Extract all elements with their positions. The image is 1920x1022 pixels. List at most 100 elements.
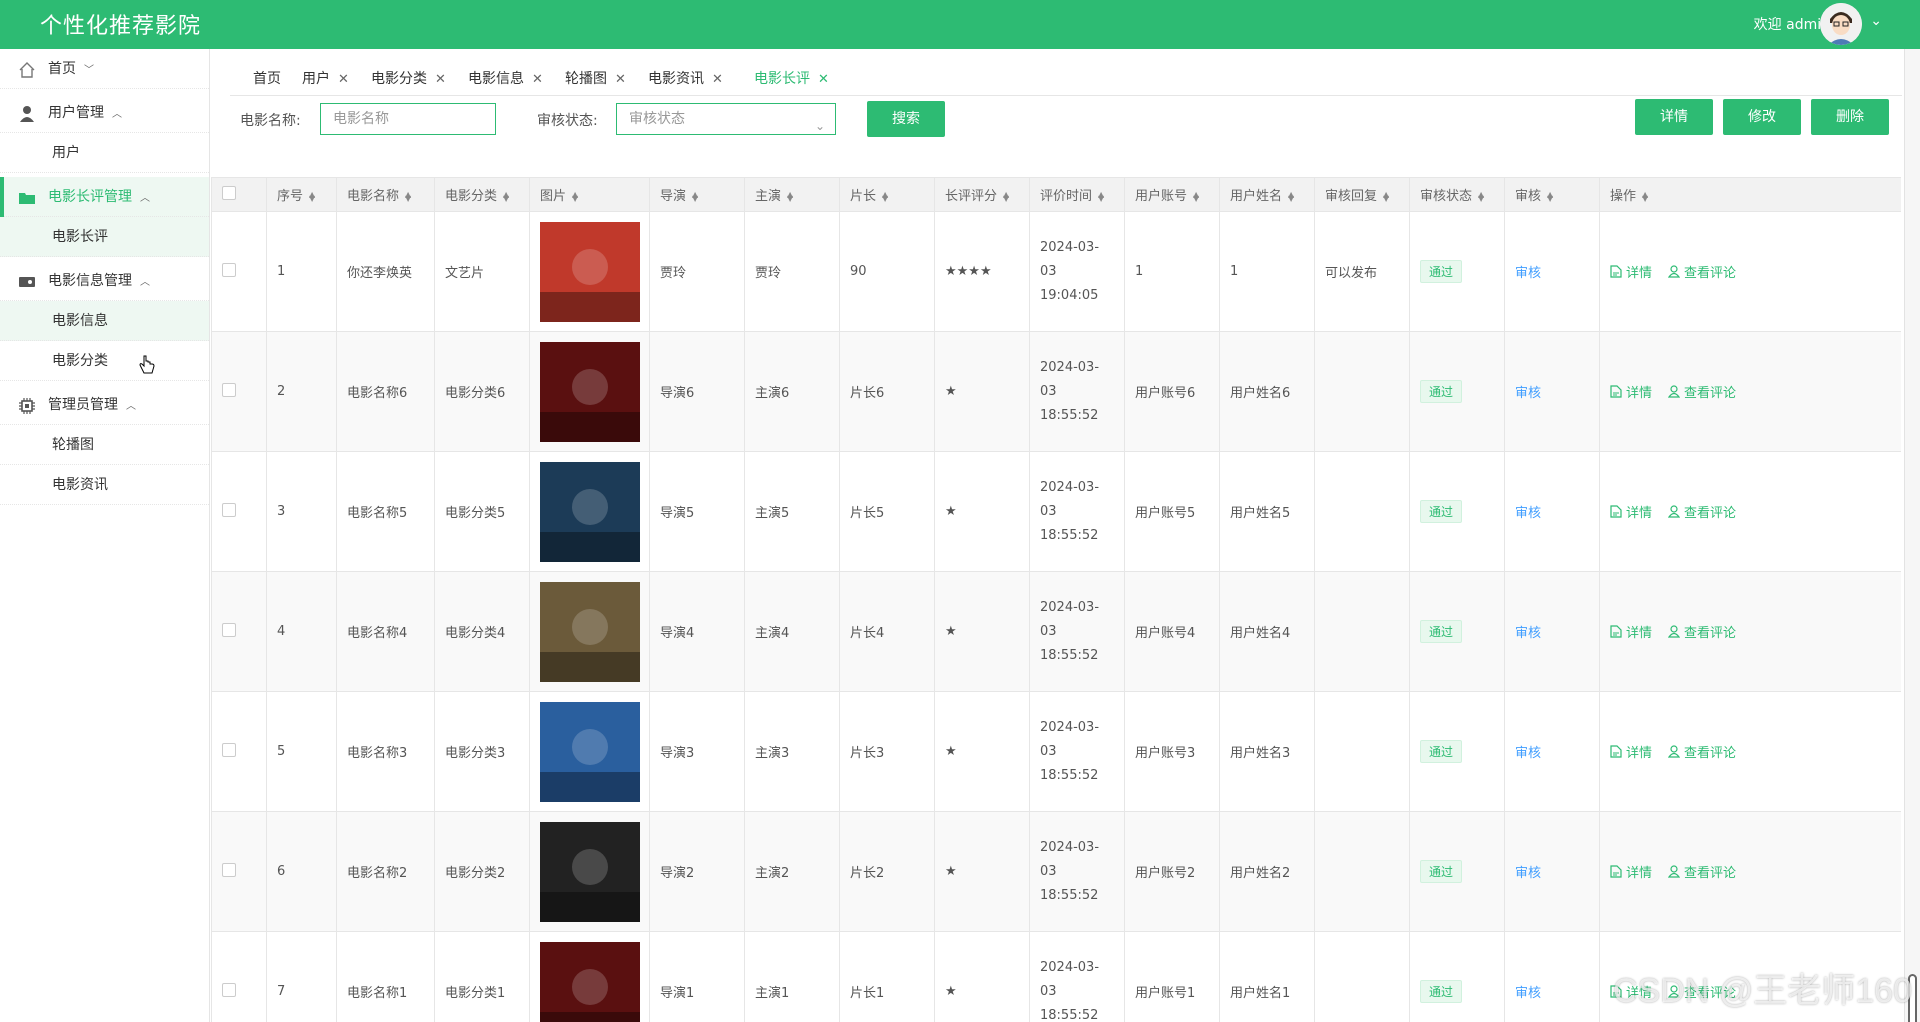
sort-icon[interactable]: ▲ ▼ xyxy=(1383,190,1389,202)
column-header[interactable]: 导演 ▲ ▼ xyxy=(649,177,745,212)
row-detail-button[interactable]: 详情 xyxy=(1610,382,1652,401)
view-comments-button[interactable]: 查看评论 xyxy=(1668,502,1736,521)
tab-carousel[interactable]: 轮播图 ✕ xyxy=(565,68,626,88)
sidebar-item-movie-info[interactable]: 电影信息 xyxy=(0,301,209,341)
column-header[interactable]: 图片 ▲ ▼ xyxy=(529,177,650,212)
sidebar-item-review[interactable]: 电影长评 xyxy=(0,217,209,257)
detail-button[interactable]: 详情 xyxy=(1635,99,1713,135)
row-detail-button[interactable]: 详情 xyxy=(1610,502,1652,521)
row-detail-button[interactable]: 详情 xyxy=(1610,622,1652,641)
column-header[interactable]: 电影名称 ▲ ▼ xyxy=(336,177,435,212)
cell-audit[interactable]: 审核 xyxy=(1504,811,1600,932)
sort-icon[interactable]: ▲ ▼ xyxy=(1003,190,1009,202)
checkbox-cell[interactable] xyxy=(211,571,267,692)
audit-status-select[interactable]: 审核状态 ⌄ xyxy=(616,103,836,135)
cell-audit[interactable]: 审核 xyxy=(1504,931,1600,1022)
tab-movie-review[interactable]: 电影长评 ✕ xyxy=(754,68,829,88)
row-checkbox[interactable] xyxy=(222,622,236,637)
chevron-down-icon[interactable]: ⌄ xyxy=(1870,13,1882,29)
row-detail-button[interactable]: 详情 xyxy=(1610,862,1652,881)
movie-name-input[interactable]: 电影名称 xyxy=(320,103,496,135)
sort-icon[interactable]: ▲ ▼ xyxy=(309,190,315,202)
cell-operations[interactable]: 详情 查看评论 xyxy=(1599,211,1901,332)
column-header[interactable]: 审核回复 ▲ ▼ xyxy=(1314,177,1410,212)
checkbox-cell[interactable] xyxy=(211,691,267,812)
table-row[interactable]: 5 电影名称3 电影分类3 导演3 主演3 片长3 ★ 2024-03-03 18:55:52 用… xyxy=(211,691,1901,812)
sidebar-item-user[interactable]: 用户 xyxy=(0,133,209,173)
close-icon[interactable]: ✕ xyxy=(615,72,626,87)
column-header[interactable]: 主演 ▲ ▼ xyxy=(744,177,840,212)
column-header[interactable]: 用户姓名 ▲ ▼ xyxy=(1219,177,1315,212)
tab-movie-info[interactable]: 电影信息 ✕ xyxy=(468,68,543,88)
column-header[interactable]: 电影分类 ▲ ▼ xyxy=(434,177,530,212)
checkbox-cell[interactable] xyxy=(211,451,267,572)
avatar[interactable] xyxy=(1820,3,1862,45)
row-checkbox[interactable] xyxy=(222,502,236,517)
table-row[interactable]: 6 电影名称2 电影分类2 导演2 主演2 片长2 ★ 2024-03-03 18:55:52 用… xyxy=(211,811,1901,932)
sidebar-item-carousel[interactable]: 轮播图 xyxy=(0,425,209,465)
audit-link[interactable]: 审核 xyxy=(1515,746,1541,761)
cell-audit[interactable]: 审核 xyxy=(1504,691,1600,812)
row-checkbox[interactable] xyxy=(222,382,236,397)
column-header[interactable]: 审核 ▲ ▼ xyxy=(1504,177,1600,212)
sidebar-group-review-mgmt[interactable]: 电影长评管理 ︿ xyxy=(0,177,209,217)
sort-icon[interactable]: ▲ ▼ xyxy=(882,190,888,202)
column-header[interactable]: 审核状态 ▲ ▼ xyxy=(1409,177,1505,212)
sidebar-group-admin-mgmt[interactable]: 管理员管理 ︿ xyxy=(0,385,209,425)
row-checkbox[interactable] xyxy=(222,742,236,757)
cell-audit[interactable]: 审核 xyxy=(1504,451,1600,572)
sort-icon[interactable]: ▲ ▼ xyxy=(405,190,411,202)
view-comments-button[interactable]: 查看评论 xyxy=(1668,742,1736,761)
sidebar-item-news[interactable]: 电影资讯 xyxy=(0,465,209,505)
view-comments-button[interactable]: 查看评论 xyxy=(1668,862,1736,881)
sidebar-group-movie-mgmt[interactable]: 电影信息管理 ︿ xyxy=(0,261,209,301)
audit-link[interactable]: 审核 xyxy=(1515,386,1541,401)
cell-operations[interactable]: 详情 查看评论 xyxy=(1599,691,1901,812)
cell-audit[interactable]: 审核 xyxy=(1504,211,1600,332)
column-header[interactable]: 长评评分 ▲ ▼ xyxy=(934,177,1030,212)
edit-button[interactable]: 修改 xyxy=(1723,99,1801,135)
column-header[interactable]: 用户账号 ▲ ▼ xyxy=(1124,177,1220,212)
audit-link[interactable]: 审核 xyxy=(1515,266,1541,281)
checkbox-cell[interactable] xyxy=(211,811,267,932)
close-icon[interactable]: ✕ xyxy=(712,72,723,87)
sort-icon[interactable]: ▲ ▼ xyxy=(787,190,793,202)
sidebar-item-home[interactable]: 首页 ﹀ xyxy=(0,49,209,89)
table-row[interactable]: 4 电影名称4 电影分类4 导演4 主演4 片长4 ★ 2024-03-03 18:55:52 用… xyxy=(211,571,1901,692)
sort-icon[interactable]: ▲ ▼ xyxy=(1288,190,1294,202)
cell-operations[interactable]: 详情 查看评论 xyxy=(1599,811,1901,932)
column-header[interactable]: 片长 ▲ ▼ xyxy=(839,177,935,212)
vertical-scrollbar[interactable] xyxy=(1904,49,1920,1022)
column-header[interactable]: 操作 ▲ ▼ xyxy=(1599,177,1901,212)
close-icon[interactable]: ✕ xyxy=(532,72,543,87)
sort-icon[interactable]: ▲ ▼ xyxy=(1642,190,1648,202)
column-header[interactable]: 评价时间 ▲ ▼ xyxy=(1029,177,1125,212)
checkbox-cell[interactable] xyxy=(211,211,267,332)
row-checkbox[interactable] xyxy=(222,982,236,997)
table-row[interactable]: 2 电影名称6 电影分类6 导演6 主演6 片长6 ★ 2024-03-03 18:55:52 用… xyxy=(211,331,1901,452)
row-detail-button[interactable]: 详情 xyxy=(1610,742,1652,761)
audit-link[interactable]: 审核 xyxy=(1515,986,1541,1001)
select-all-checkbox[interactable] xyxy=(222,185,236,200)
cell-operations[interactable]: 详情 查看评论 xyxy=(1599,451,1901,572)
sort-icon[interactable]: ▲ ▼ xyxy=(692,190,698,202)
view-comments-button[interactable]: 查看评论 xyxy=(1668,622,1736,641)
column-header[interactable]: 序号 ▲ ▼ xyxy=(266,177,337,212)
table-row[interactable]: 3 电影名称5 电影分类5 导演5 主演5 片长5 ★ 2024-03-03 18:55:52 用… xyxy=(211,451,1901,572)
tab-news[interactable]: 电影资讯 ✕ xyxy=(648,68,723,88)
audit-link[interactable]: 审核 xyxy=(1515,506,1541,521)
sidebar-item-movie-category[interactable]: 电影分类 xyxy=(0,341,209,381)
audit-link[interactable]: 审核 xyxy=(1515,866,1541,881)
cell-operations[interactable]: 详情 查看评论 xyxy=(1599,331,1901,452)
tab-movie-category[interactable]: 电影分类 ✕ xyxy=(371,68,446,88)
row-detail-button[interactable]: 详情 xyxy=(1610,262,1652,281)
delete-button[interactable]: 删除 xyxy=(1811,99,1889,135)
checkbox-cell[interactable] xyxy=(211,331,267,452)
view-comments-button[interactable]: 查看评论 xyxy=(1668,262,1736,281)
sort-icon[interactable]: ▲ ▼ xyxy=(1547,190,1553,202)
sort-icon[interactable]: ▲ ▼ xyxy=(1193,190,1199,202)
cell-operations[interactable]: 详情 查看评论 xyxy=(1599,571,1901,692)
sidebar-group-user-mgmt[interactable]: 用户管理 ︿ xyxy=(0,93,209,133)
cell-audit[interactable]: 审核 xyxy=(1504,331,1600,452)
table-row[interactable]: 1 你还李焕英 文艺片 贾玲 贾玲 90 ★★★★ 2024-03-03 19:04:05 1 1 可… xyxy=(211,211,1901,332)
